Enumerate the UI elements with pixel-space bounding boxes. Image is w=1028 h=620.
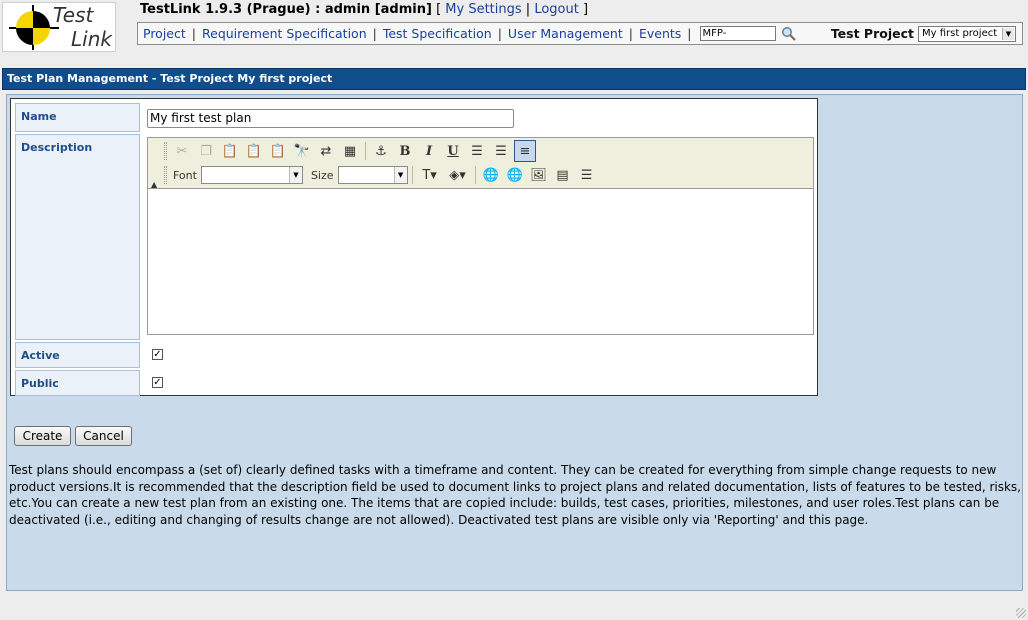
active-checkbox[interactable]: ✓ <box>152 349 163 360</box>
unlink-icon[interactable]: 🌐 <box>504 164 526 186</box>
numbered-list-icon[interactable]: ☰ <box>466 140 488 162</box>
test-project-label: Test Project <box>830 26 914 41</box>
editor-toolbar-row-1: ✂ ❐ 📋 📋 📋 🔭 ⇄ ▦ ⚓ B I U ☰ ☰ ≡ <box>164 140 538 162</box>
toolbar-grip <box>164 166 167 184</box>
test-plan-form: Name My first test plan Description ✂ ❐ … <box>10 98 818 396</box>
chevron-down-icon: ▼ <box>393 167 407 183</box>
testcase-search-input[interactable]: MFP- <box>699 26 776 41</box>
main-menu-bar: Project | Requirement Specification | Te… <box>137 22 1023 45</box>
app-title: TestLink 1.9.3 (Prague) : admin [admin] <box>140 2 432 17</box>
toolbar-grip <box>164 142 167 160</box>
chevron-down-icon: ▼ <box>288 167 302 183</box>
active-label: Active <box>15 342 140 368</box>
logo-text-link: Link <box>71 27 113 51</box>
help-text: Test plans should encompass a (set of) c… <box>9 463 1021 527</box>
bulleted-list-icon[interactable]: ☰ <box>490 140 512 162</box>
logo-text-test: Test <box>53 3 94 27</box>
cancel-button[interactable]: Cancel <box>75 426 132 446</box>
link-icon[interactable]: 🌐 <box>480 164 502 186</box>
text-color-icon[interactable]: T▾ <box>417 164 443 186</box>
name-label: Name <box>15 103 140 132</box>
paste-word-icon[interactable]: 📋 <box>267 140 289 162</box>
header-title-line: TestLink 1.9.3 (Prague) : admin [admin] … <box>140 2 588 18</box>
menu-separator: | <box>687 26 692 41</box>
replace-icon[interactable]: ⇄ <box>315 140 337 162</box>
menu-test-specification[interactable]: Test Specification <box>383 26 492 41</box>
paste-text-icon[interactable]: 📋 <box>243 140 265 162</box>
description-editor-area[interactable] <box>148 188 813 334</box>
header-separator: | <box>525 2 531 17</box>
toolbar-separator <box>474 166 476 184</box>
bracket-close: ] <box>582 2 589 17</box>
menu-separator: | <box>497 26 502 41</box>
background-color-icon[interactable]: ◈▾ <box>445 164 471 186</box>
size-label: Size <box>310 168 334 182</box>
menu-user-management[interactable]: User Management <box>508 26 623 41</box>
search-icon[interactable] <box>781 26 797 42</box>
create-button[interactable]: Create <box>14 426 71 446</box>
menu-separator: | <box>372 26 377 41</box>
description-label: Description <box>15 134 140 340</box>
align-left-icon[interactable]: ≡ <box>514 140 536 162</box>
bold-icon[interactable]: B <box>394 140 416 162</box>
my-settings-link[interactable]: My Settings <box>445 2 521 17</box>
menu-requirement-specification[interactable]: Requirement Specification <box>202 26 367 41</box>
logo-graphic: Test Link <box>9 3 113 51</box>
resize-grip[interactable] <box>1016 608 1026 618</box>
size-select[interactable]: ▼ <box>337 166 408 184</box>
menu-events[interactable]: Events <box>639 26 681 41</box>
menu-project[interactable]: Project <box>143 26 186 41</box>
name-input[interactable]: My first test plan <box>147 109 514 128</box>
image-icon[interactable]: 🖼 <box>528 164 550 186</box>
menu-separator: | <box>191 26 196 41</box>
chevron-down-icon: ▼ <box>1002 27 1014 40</box>
horizontal-rule-icon[interactable]: ☰ <box>576 164 598 186</box>
anchor-icon[interactable]: ⚓ <box>370 140 392 162</box>
italic-icon[interactable]: I <box>418 140 440 162</box>
test-project-selected-value: My first project <box>922 27 998 39</box>
font-label: Font <box>173 168 197 182</box>
page-title: Test Plan Management - Test Project My f… <box>2 68 1026 90</box>
copy-icon[interactable]: ❐ <box>195 140 217 162</box>
cut-icon[interactable]: ✂ <box>171 140 193 162</box>
toolbar-separator <box>411 166 413 184</box>
public-checkbox[interactable]: ✓ <box>152 377 163 388</box>
public-label: Public <box>15 370 140 396</box>
paste-icon[interactable]: 📋 <box>219 140 241 162</box>
select-all-icon[interactable]: ▦ <box>339 140 361 162</box>
test-project-select[interactable]: My first project ▼ <box>918 25 1016 42</box>
menu-separator: | <box>628 26 633 41</box>
workframe-panel: Name My first test plan Description ✂ ❐ … <box>6 94 1023 591</box>
logout-link[interactable]: Logout <box>534 2 579 17</box>
description-editor: ✂ ❐ 📋 📋 📋 🔭 ⇄ ▦ ⚓ B I U ☰ ☰ ≡ Font ▼ Siz… <box>147 137 814 335</box>
table-icon[interactable]: ▤ <box>552 164 574 186</box>
bracket-open: [ <box>436 2 442 17</box>
editor-toolbar-row-2: Font ▼ Size ▼ T▾ ◈▾ 🌐 🌐 🖼 ▤ ☰ <box>164 164 600 186</box>
underline-icon[interactable]: U <box>442 140 464 162</box>
find-icon[interactable]: 🔭 <box>291 140 313 162</box>
testlink-logo[interactable]: Test Link <box>2 2 116 52</box>
toolbar-separator <box>365 142 366 160</box>
font-select[interactable]: ▼ <box>200 166 303 184</box>
